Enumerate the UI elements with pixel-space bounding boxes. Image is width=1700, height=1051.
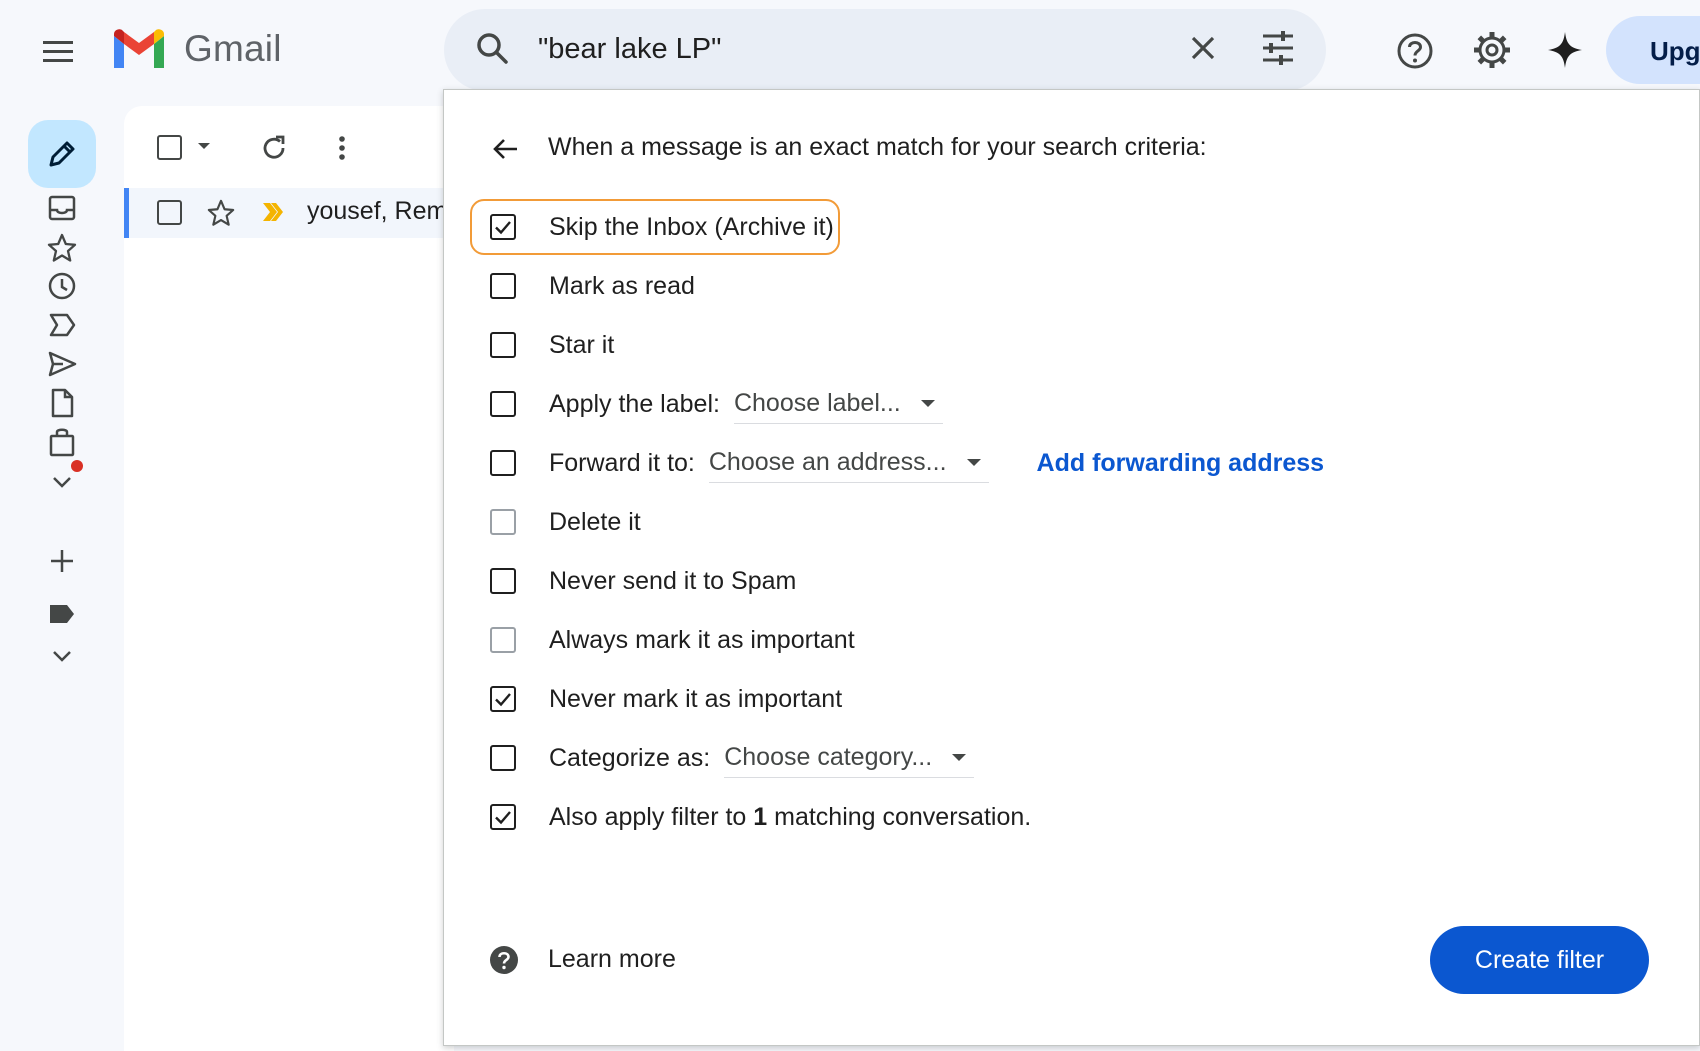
- search-input[interactable]: "bear lake LP": [538, 33, 721, 66]
- option-skip-inbox[interactable]: Skip the Inbox (Archive it): [490, 207, 834, 247]
- option-label: Always mark it as important: [549, 625, 855, 654]
- add-forwarding-address-link[interactable]: Add forwarding address: [1037, 449, 1325, 478]
- chevron-down-icon[interactable]: [46, 640, 78, 672]
- close-icon[interactable]: [1184, 29, 1222, 67]
- categorize-checkbox[interactable]: [490, 745, 516, 771]
- option-mark-read[interactable]: Mark as read: [490, 266, 695, 306]
- gemini-sparkle-icon[interactable]: [1544, 28, 1586, 72]
- mark-read-checkbox[interactable]: [490, 273, 516, 299]
- sender-name: yousef, Remi: [307, 197, 447, 225]
- option-never-spam[interactable]: Never send it to Spam: [490, 561, 796, 601]
- category-select-value: Choose category...: [724, 743, 933, 771]
- forward-checkbox[interactable]: [490, 450, 516, 476]
- checkmark-icon: [495, 221, 511, 235]
- gear-icon[interactable]: [1470, 28, 1514, 72]
- filter-criteria-title: When a message is an exact match for you…: [548, 133, 1207, 161]
- select-caret-icon[interactable]: [196, 140, 212, 152]
- label-select[interactable]: Choose label...: [733, 384, 943, 424]
- option-label: Forward it to:: [549, 448, 695, 477]
- star-it-checkbox[interactable]: [490, 332, 516, 358]
- chevron-down-icon[interactable]: [46, 466, 78, 498]
- plus-icon[interactable]: [46, 545, 78, 577]
- inbox-icon[interactable]: [46, 192, 78, 224]
- important-marker-icon[interactable]: [260, 201, 286, 223]
- address-select-value: Choose an address...: [708, 448, 947, 476]
- compose-button[interactable]: [28, 120, 96, 188]
- option-label: Skip the Inbox (Archive it): [549, 212, 834, 241]
- important-label-icon[interactable]: [46, 309, 78, 341]
- match-count: 1: [753, 802, 768, 831]
- back-arrow-icon[interactable]: [489, 133, 521, 165]
- apply-label-checkbox[interactable]: [490, 391, 516, 417]
- option-apply-label[interactable]: Apply the label: Choose label...: [490, 384, 943, 424]
- caret-down-icon: [920, 400, 935, 407]
- main-menu-icon[interactable]: [40, 32, 80, 72]
- option-label: Never send it to Spam: [549, 566, 797, 595]
- more-vert-icon[interactable]: [332, 132, 352, 164]
- option-label: Star it: [549, 330, 615, 359]
- category-select[interactable]: Choose category...: [724, 738, 975, 778]
- apply-text-post: matching conversation.: [767, 802, 1032, 831]
- option-never-important[interactable]: Never mark it as important: [490, 679, 842, 719]
- option-apply-existing[interactable]: Also apply filter to 1 matching conversa…: [490, 797, 1031, 837]
- clock-icon[interactable]: [46, 270, 78, 302]
- skip-inbox-checkbox[interactable]: [490, 214, 516, 240]
- row-checkbox[interactable]: [157, 200, 182, 225]
- option-delete[interactable]: Delete it: [490, 502, 641, 542]
- app-name: Gmail: [184, 28, 282, 69]
- help-icon[interactable]: [1394, 30, 1436, 72]
- always-important-checkbox[interactable]: [490, 627, 516, 653]
- create-filter-button[interactable]: Create filter: [1430, 926, 1649, 994]
- checkmark-icon: [495, 693, 511, 707]
- apply-existing-checkbox[interactable]: [490, 804, 516, 830]
- caret-down-icon: [966, 459, 981, 466]
- purchases-bag-icon[interactable]: [46, 426, 78, 458]
- send-icon[interactable]: [46, 348, 78, 380]
- option-star-it[interactable]: Star it: [490, 325, 614, 365]
- never-spam-checkbox[interactable]: [490, 568, 516, 594]
- checkmark-icon: [495, 811, 511, 825]
- select-all-checkbox[interactable]: [157, 135, 182, 160]
- label-tag-icon[interactable]: [46, 598, 78, 630]
- delete-checkbox[interactable]: [490, 509, 516, 535]
- upgrade-button[interactable]: Upgrade: [1606, 16, 1700, 84]
- star-icon[interactable]: [206, 198, 236, 228]
- apply-text-pre: Also apply filter to: [549, 802, 754, 831]
- option-label: Delete it: [549, 507, 641, 536]
- option-always-important[interactable]: Always mark it as important: [490, 620, 855, 660]
- search-icon[interactable]: [472, 28, 512, 68]
- search-options-icon[interactable]: [1258, 28, 1298, 68]
- option-categorize[interactable]: Categorize as: Choose category...: [490, 738, 975, 778]
- refresh-icon[interactable]: [258, 132, 290, 164]
- address-select[interactable]: Choose an address...: [708, 443, 989, 483]
- help-circle-icon[interactable]: [489, 945, 519, 975]
- never-important-checkbox[interactable]: [490, 686, 516, 712]
- learn-more-link[interactable]: Learn more: [548, 945, 676, 974]
- option-label: Apply the label:: [549, 389, 720, 418]
- option-label: Categorize as:: [549, 743, 711, 772]
- option-label: Mark as read: [549, 271, 695, 300]
- option-forward[interactable]: Forward it to: Choose an address... Add …: [490, 443, 1324, 483]
- message-list-panel: [124, 106, 454, 1051]
- star-icon[interactable]: [46, 232, 78, 264]
- draft-file-icon[interactable]: [46, 387, 78, 419]
- option-label: Never mark it as important: [549, 684, 843, 713]
- gmail-logo-icon: [110, 28, 168, 72]
- caret-down-icon: [952, 754, 967, 761]
- label-select-value: Choose label...: [733, 389, 901, 417]
- option-label: Also apply filter to 1 matching conversa…: [549, 803, 1031, 832]
